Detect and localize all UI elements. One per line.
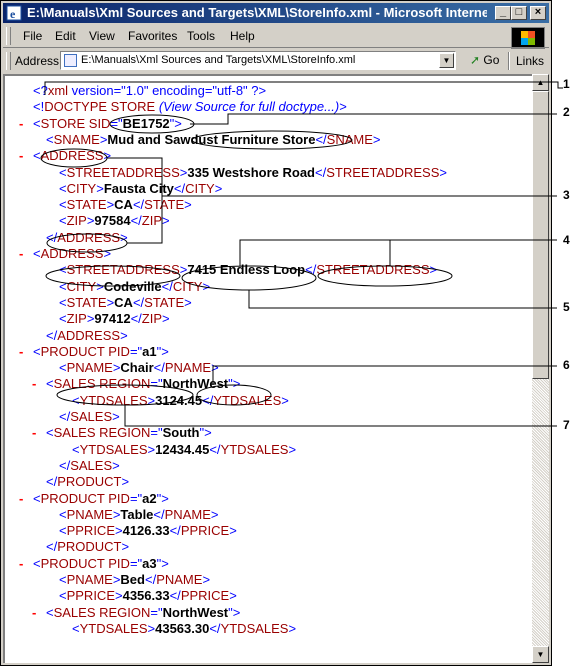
callout-line-6	[212, 365, 557, 385]
callout-overlay	[40, 81, 563, 427]
callout-line-1	[548, 81, 563, 89]
callout-ellipse-address	[40, 148, 108, 168]
callout-ellipse-endaddress	[46, 233, 128, 253]
callout-label-3: 3	[563, 188, 570, 202]
callout-ellipse-street-value	[181, 265, 317, 291]
callout-line-2	[190, 113, 557, 125]
callout-ellipse-street-open	[45, 265, 181, 287]
callout-label-6: 6	[563, 358, 570, 372]
callout-line-5	[248, 290, 557, 309]
callout-ellipse-region-value	[196, 384, 272, 406]
callout-label-2: 2	[563, 105, 570, 119]
callout-line-3a	[107, 157, 163, 244]
callout-label-5: 5	[563, 300, 570, 314]
callout-label-7: 7	[563, 418, 570, 432]
callout-line-4	[239, 239, 391, 266]
callout-line-1b	[44, 81, 548, 95]
callout-ellipse-sname	[191, 130, 353, 150]
callout-ellipse-street-close	[317, 265, 453, 287]
callout-ellipse-sid	[109, 114, 195, 134]
callout-label-1: 1	[563, 77, 570, 91]
callout-label-4: 4	[563, 233, 570, 247]
callout-ellipse-sales-region	[56, 384, 194, 406]
callout-line-7	[124, 405, 557, 427]
